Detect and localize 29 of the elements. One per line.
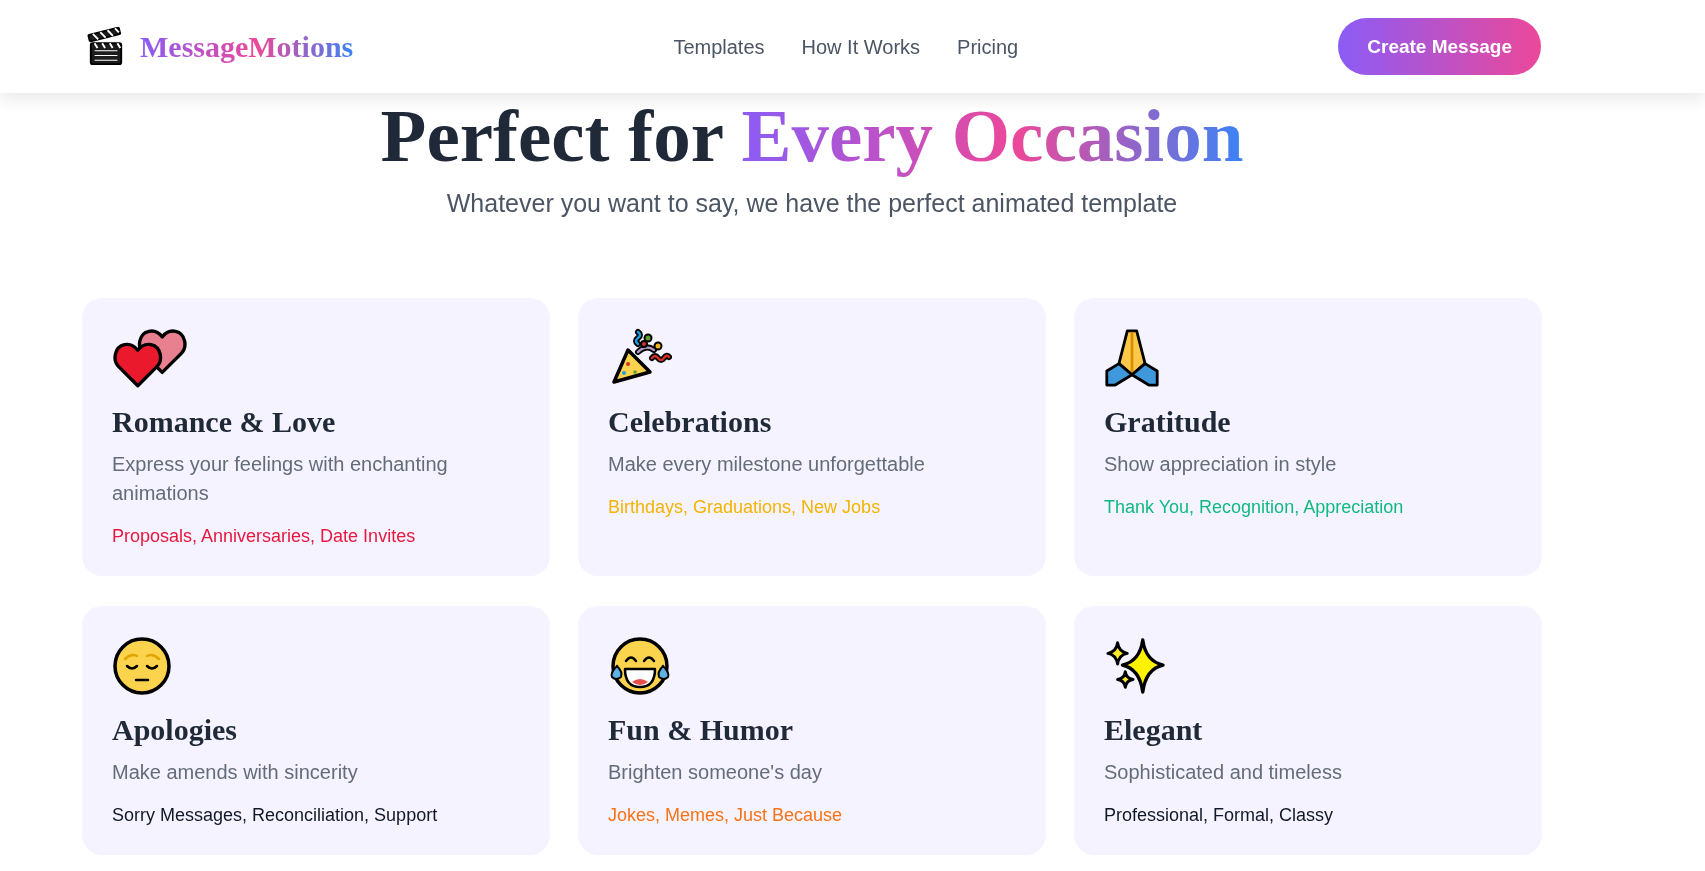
create-message-button[interactable]: Create Message xyxy=(1338,18,1541,75)
card-tags: Sorry Messages, Reconciliation, Support xyxy=(112,803,520,827)
hearts-icon xyxy=(112,328,188,388)
clapperboard-icon xyxy=(87,26,125,67)
card-description: Sophisticated and timeless xyxy=(1104,760,1343,785)
card-title: Fun & Humor xyxy=(608,712,794,748)
card-title: Romance & Love xyxy=(112,404,337,440)
card-title: Elegant xyxy=(1104,712,1204,748)
card-description: Show appreciation in style xyxy=(1104,452,1338,477)
nav-link[interactable]: How It Works xyxy=(801,34,921,59)
card-tags: Thank You, Recognition, Appreciation xyxy=(1104,495,1512,519)
card-title: Gratitude xyxy=(1104,404,1232,440)
laughing-face-icon xyxy=(608,636,672,696)
card-tags: Birthdays, Graduations, New Jobs xyxy=(608,495,1016,519)
folded-hands-icon xyxy=(1104,328,1160,388)
card-description: Make every milestone unforgettable xyxy=(608,452,926,477)
card-title: Celebrations xyxy=(608,404,773,440)
nav-link[interactable]: Templates xyxy=(673,34,765,59)
card-description: Express your feelings with enchanting animations xyxy=(112,452,449,506)
nav-link[interactable]: Pricing xyxy=(957,34,1019,59)
card-description: Make amends with sincerity xyxy=(112,760,359,785)
card-description: Brighten someone's day xyxy=(608,760,823,785)
card-tags: Professional, Formal, Classy xyxy=(1104,803,1512,827)
page-subtitle: Whatever you want to say, we have the perfect animated template xyxy=(445,188,1179,218)
pensive-face-icon xyxy=(112,636,172,696)
card-title: Apologies xyxy=(112,712,238,748)
sparkles-icon xyxy=(1104,636,1166,696)
card-tags: Proposals, Anniversaries, Date Invites xyxy=(112,524,520,548)
card-tags: Jokes, Memes, Just Because xyxy=(608,803,1016,827)
